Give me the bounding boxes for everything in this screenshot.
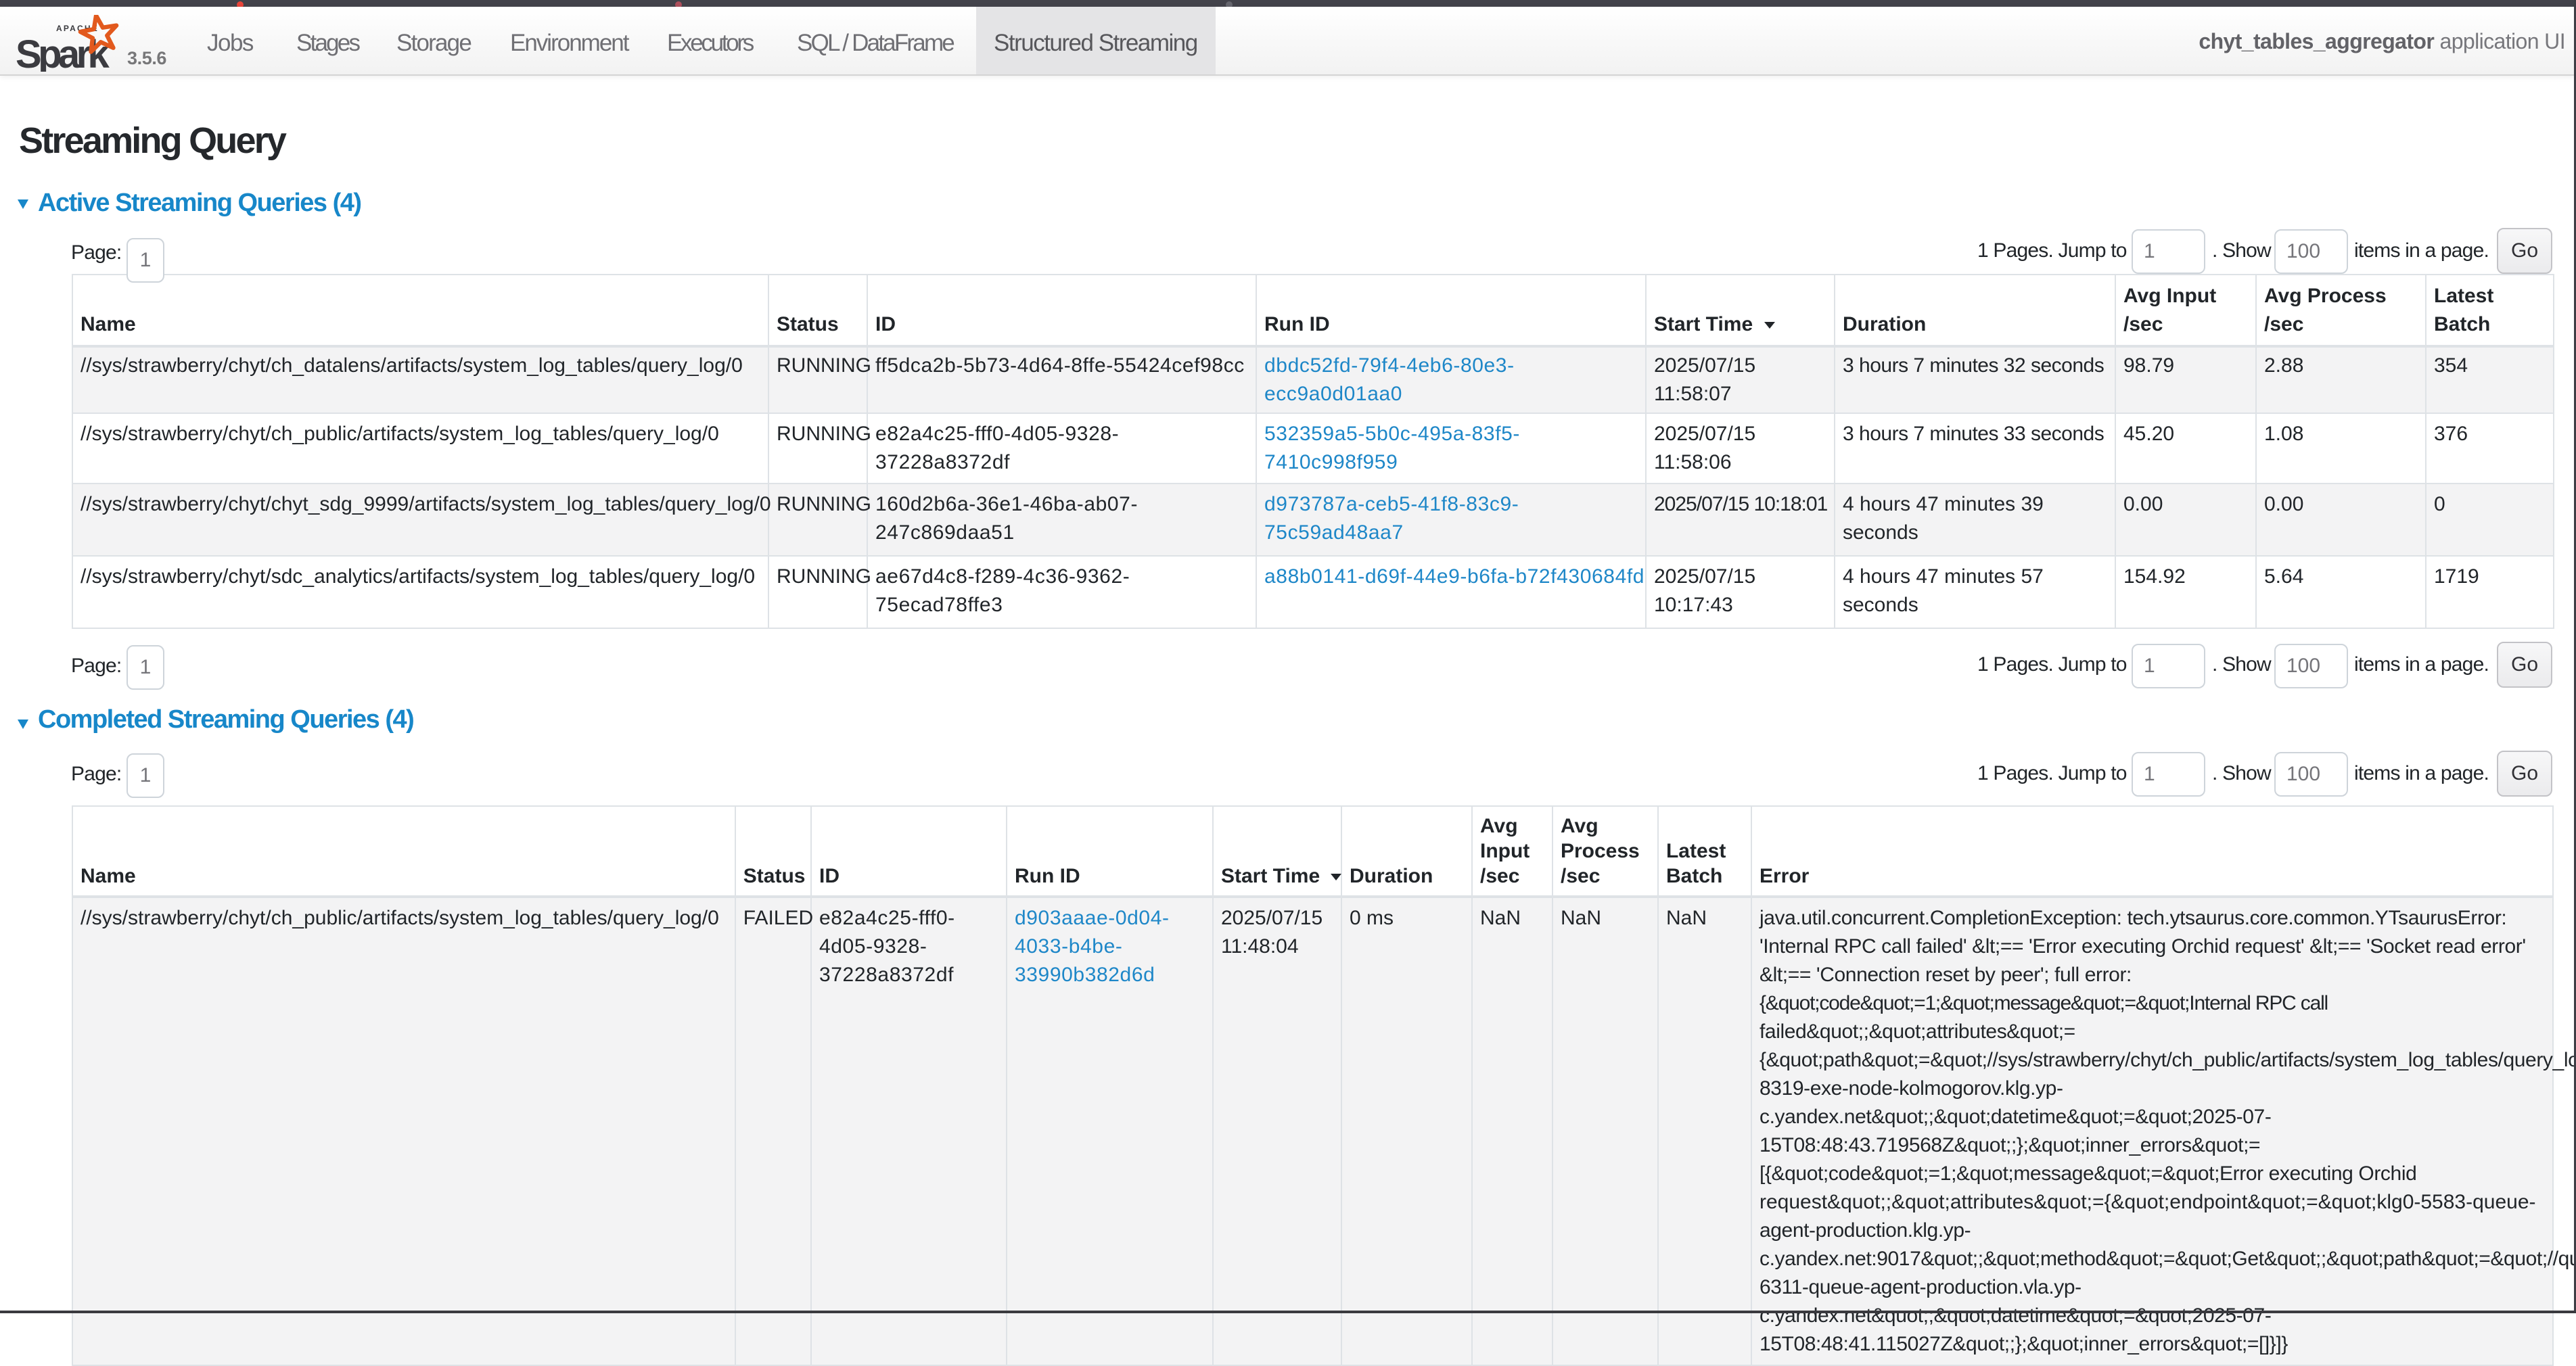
svg-text:Spark: Spark	[16, 32, 110, 72]
